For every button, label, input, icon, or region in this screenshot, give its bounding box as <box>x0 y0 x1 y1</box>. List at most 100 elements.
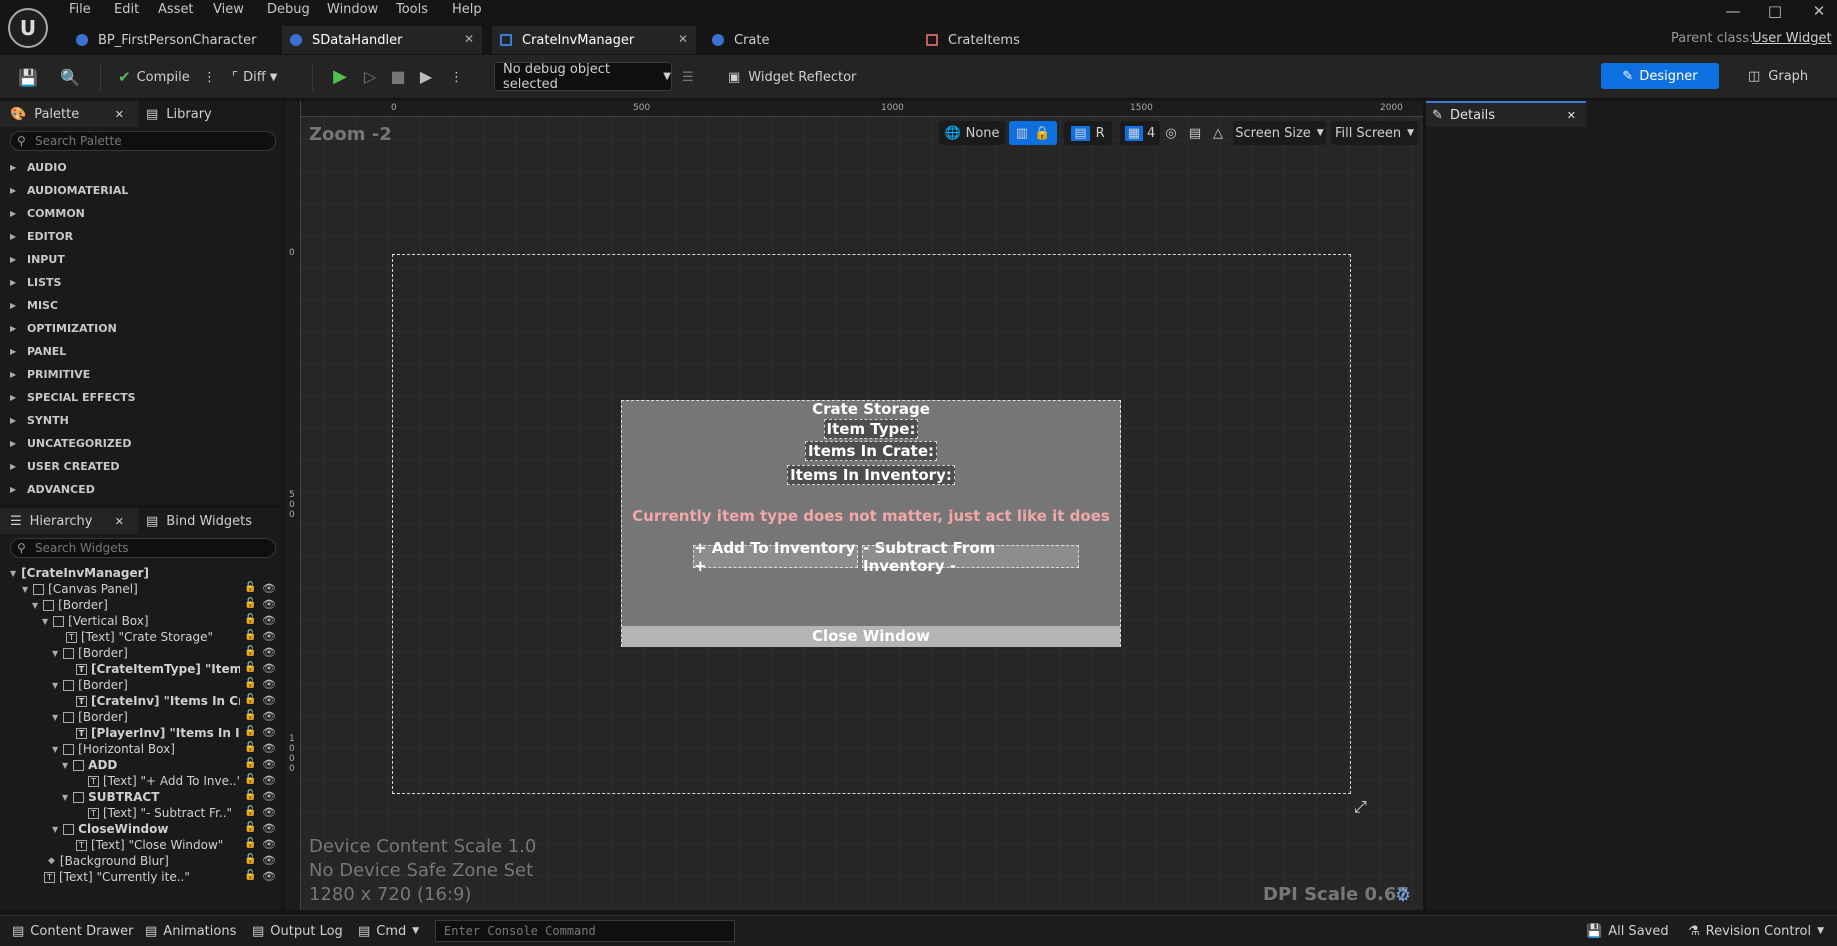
eye-icon[interactable]: 👁 <box>262 838 276 851</box>
eye-icon[interactable]: 👁 <box>262 662 276 675</box>
expand-arrow-icon[interactable]: ▼ <box>52 681 58 690</box>
subtract-from-inventory-button[interactable]: - Subtract From Inventory - <box>862 539 1079 575</box>
palette-category-lists[interactable]: LISTS <box>0 271 282 294</box>
palette-category-panel[interactable]: PANEL <box>0 340 282 363</box>
animations-button[interactable]: ▤ Animations <box>145 922 236 940</box>
close-tab-icon[interactable]: ✕ <box>115 108 124 121</box>
tab-library[interactable]: ▤ Library <box>146 101 276 127</box>
menu-window[interactable]: Window <box>327 2 378 22</box>
palette-search-input[interactable]: ⚲ Search Palette <box>10 131 276 151</box>
eye-icon[interactable]: 👁 <box>262 710 276 723</box>
graph-button[interactable]: ◫ Graph <box>1748 63 1818 89</box>
palette-category-audiomaterial[interactable]: AUDIOMATERIAL <box>0 179 282 202</box>
eye-icon[interactable]: 👁 <box>262 774 276 787</box>
lock-icon[interactable]: 🔓 <box>244 806 256 817</box>
expand-arrow-icon[interactable]: ▼ <box>62 761 68 770</box>
expand-arrow-icon[interactable]: ▼ <box>32 601 38 610</box>
close-tab-icon[interactable]: ✕ <box>678 32 688 46</box>
minimize-icon[interactable]: — <box>1718 2 1748 22</box>
tree-row[interactable]: T [Text] "+ Add To Inve.." <box>88 773 240 789</box>
expand-arrow-icon[interactable]: ▼ <box>52 649 58 658</box>
tree-row[interactable]: ▼ [Canvas Panel] <box>22 581 262 597</box>
palette-category-misc[interactable]: MISC <box>0 294 282 317</box>
menu-help[interactable]: Help <box>452 2 482 22</box>
menu-view[interactable]: View <box>213 2 244 22</box>
tree-row[interactable]: T [CrateItemType] "Item Typ <box>76 661 240 677</box>
tree-row[interactable]: T [CrateInv] "Items In Crat.. <box>76 693 240 709</box>
outline-toggle-icon[interactable]: ◎ <box>1162 121 1180 145</box>
menu-file[interactable]: File <box>69 2 91 22</box>
eject-icon[interactable]: ▶ <box>412 62 440 90</box>
close-tab-icon[interactable]: ✕ <box>1567 109 1576 122</box>
compile-options-icon[interactable]: ⋮ <box>203 63 216 91</box>
eye-icon[interactable]: 👁 <box>262 694 276 707</box>
eye-icon[interactable]: 👁 <box>262 790 276 803</box>
menu-tools[interactable]: Tools <box>396 2 428 22</box>
lock-icon[interactable]: 🔓 <box>244 870 256 881</box>
menu-asset[interactable]: Asset <box>158 2 194 22</box>
content-drawer-button[interactable]: ▤ Content Drawer <box>12 922 133 940</box>
close-window-icon[interactable]: ✕ <box>1804 2 1834 22</box>
eye-icon[interactable]: 👁 <box>262 806 276 819</box>
tab-details[interactable]: ✎ Details ✕ <box>1426 101 1586 127</box>
palette-category-optimization[interactable]: OPTIMIZATION <box>0 317 282 340</box>
lock-icon[interactable]: 🔓 <box>244 790 256 801</box>
lock-icon[interactable]: 🔓 <box>244 582 256 593</box>
play-icon[interactable]: ▶ <box>326 62 354 90</box>
palette-category-user-created[interactable]: USER CREATED <box>0 455 282 478</box>
eye-icon[interactable]: 👁 <box>262 614 276 627</box>
lock-icon[interactable]: 🔓 <box>244 758 256 769</box>
tree-row[interactable]: ▼ [CrateInvManager] <box>10 565 250 581</box>
lock-icon[interactable]: 🔓 <box>244 630 256 641</box>
tab-crate[interactable]: Crate <box>704 26 914 54</box>
gear-icon[interactable]: ⚙ <box>1395 885 1411 906</box>
play-options-icon[interactable]: ⋮ <box>450 63 463 91</box>
close-tab-icon[interactable]: ✕ <box>464 32 474 46</box>
close-window-button[interactable]: Close Window <box>622 626 1120 647</box>
eye-icon[interactable]: 👁 <box>262 870 276 883</box>
locale-preview-button[interactable]: 🌐 None <box>939 121 1005 145</box>
palette-category-input[interactable]: INPUT <box>0 248 282 271</box>
image-icon[interactable]: ▤ <box>1185 121 1205 145</box>
menu-edit[interactable]: Edit <box>114 2 139 22</box>
output-log-button[interactable]: ▤ Output Log <box>252 922 343 940</box>
lock-icon[interactable]: 🔓 <box>244 822 256 833</box>
eye-icon[interactable]: 👁 <box>262 854 276 867</box>
screen-size-dropdown[interactable]: Screen Size ▼ <box>1233 121 1326 145</box>
expand-arrow-icon[interactable]: ▼ <box>42 617 48 626</box>
tree-row[interactable]: T [Text] "- Subtract Fr.." <box>88 805 240 821</box>
tree-row[interactable]: T [PlayerInv] "Items In Inve.. <box>76 725 240 741</box>
diff-button[interactable]: ⌜ Diff ▼ <box>232 63 277 91</box>
expand-arrow-icon[interactable]: ▼ <box>22 585 28 594</box>
expand-arrow-icon[interactable]: ▼ <box>52 825 58 834</box>
tab-crateitems[interactable]: CrateItems <box>918 26 1128 54</box>
palette-category-editor[interactable]: EDITOR <box>0 225 282 248</box>
tab-hierarchy[interactable]: ☰ Hierarchy ✕ <box>0 508 138 534</box>
lock-icon[interactable]: 🔓 <box>244 710 256 721</box>
close-tab-icon[interactable]: ✕ <box>115 515 124 528</box>
expand-arrow-icon[interactable]: ▼ <box>10 569 16 578</box>
parent-class-link[interactable]: User Widget <box>1752 31 1832 46</box>
palette-category-synth[interactable]: SYNTH <box>0 409 282 432</box>
lock-icon[interactable]: 🔓 <box>244 662 256 673</box>
lock-icon[interactable]: 🔓 <box>244 742 256 753</box>
tab-bp-firstpersoncharacter[interactable]: BP_FirstPersonCharacter <box>68 26 280 54</box>
expand-arrow-icon[interactable]: ▼ <box>52 745 58 754</box>
eye-icon[interactable]: 👁 <box>262 646 276 659</box>
lock-icon[interactable]: 🔓 <box>244 598 256 609</box>
flip-icon[interactable]: △ <box>1208 121 1228 145</box>
browse-icon[interactable]: 🔍 <box>60 63 80 91</box>
expand-arrow-icon[interactable]: ▼ <box>52 713 58 722</box>
console-command-input[interactable]: Enter Console Command <box>435 920 735 942</box>
unreal-logo-icon[interactable]: U <box>8 8 48 48</box>
lock-icon[interactable]: 🔓 <box>244 726 256 737</box>
cmd-dropdown[interactable]: ▤ Cmd ▼ <box>358 922 419 940</box>
eye-icon[interactable]: 👁 <box>262 678 276 691</box>
tab-palette[interactable]: 🎨 Palette ✕ <box>0 101 138 127</box>
hierarchy-search-input[interactable]: ⚲ Search Widgets <box>10 538 276 558</box>
palette-category-primitive[interactable]: PRIMITIVE <box>0 363 282 386</box>
lock-icon[interactable]: 🔓 <box>244 838 256 849</box>
revision-control-button[interactable]: ⚗ Revision Control ▼ <box>1688 922 1824 940</box>
tab-crateinvmanager[interactable]: CrateInvManager ✕ <box>492 26 696 54</box>
palette-category-advanced[interactable]: ADVANCED <box>0 478 282 501</box>
